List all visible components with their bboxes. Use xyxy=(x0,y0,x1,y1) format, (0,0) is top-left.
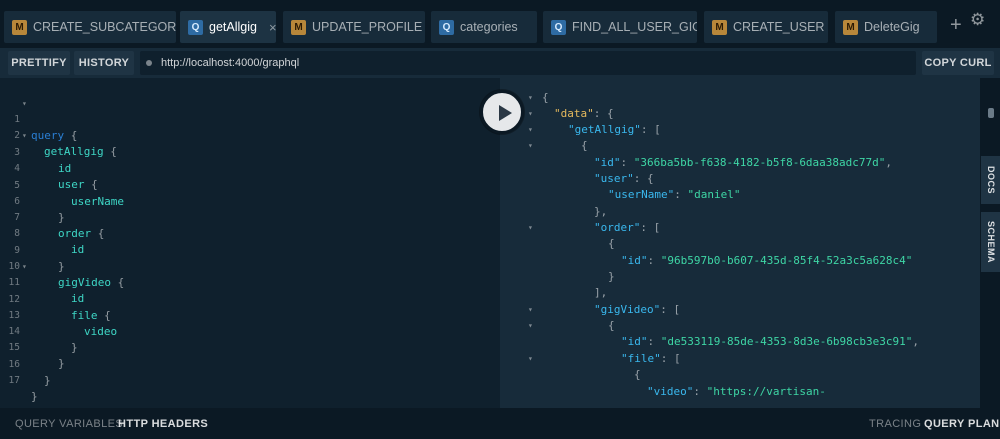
editor-line: 11 id xyxy=(8,277,85,305)
result-line: "video": "https://vartisan- xyxy=(647,385,826,398)
result-line: "id": "366ba5bb-f638-4182-b5f8-6daa38adc… xyxy=(594,156,893,169)
toolbar: PRETTIFY HISTORY http://localhost:4000/g… xyxy=(0,48,1000,78)
tab-bar: M CREATE_SUBCATEGORY Q getAllgig × M UPD… xyxy=(0,0,1000,48)
result-line: ▾ "data": { xyxy=(528,107,614,120)
query-badge: Q xyxy=(188,19,203,35)
tab-deletegig[interactable]: M DeleteGig xyxy=(835,11,937,43)
tab-create-subcategory[interactable]: M CREATE_SUBCATEGORY xyxy=(4,11,176,43)
result-line: ], xyxy=(594,286,608,299)
tab-create-user[interactable]: M CREATE_USER xyxy=(704,11,828,43)
mutation-badge: M xyxy=(12,19,27,35)
editor-line: 6 } xyxy=(14,196,65,224)
copy-curl-button[interactable]: COPY CURL xyxy=(922,51,994,75)
result-line: "id": "96b597b0-b607-435d-85f4-52a3c5a62… xyxy=(621,254,913,267)
result-line: ▾ "gigVideo": [ xyxy=(528,303,681,316)
result-line: "user": { xyxy=(594,172,654,185)
editor-line: 16 } xyxy=(8,359,51,387)
docs-tab[interactable]: DOCS xyxy=(981,156,1000,204)
query-plan-tab[interactable]: QUERY PLAN xyxy=(924,418,1000,430)
result-line: "userName": "daniel" xyxy=(608,188,741,201)
editor-line: 1 ▾ query { xyxy=(14,99,78,142)
result-line: ▾ "order": [ xyxy=(528,221,661,234)
result-line: { xyxy=(608,237,615,250)
tab-label: FIND_ALL_USER_GIG xyxy=(572,20,697,34)
editor-line: 13 video xyxy=(8,310,118,338)
http-headers-tab[interactable]: HTTP HEADERS xyxy=(118,418,208,430)
editor-line: 7 order { xyxy=(14,212,105,240)
result-line: ▾ "file": [ xyxy=(528,352,681,365)
result-line: }, xyxy=(594,205,608,218)
plus-icon[interactable]: + xyxy=(950,14,962,37)
tab-categories[interactable]: Q categories xyxy=(431,11,537,43)
close-icon[interactable]: × xyxy=(269,20,276,35)
endpoint-url-text: http://localhost:4000/graphql xyxy=(161,57,300,69)
result-line: ▾{ xyxy=(528,91,549,104)
endpoint-url-input[interactable]: http://localhost:4000/graphql xyxy=(140,51,916,75)
query-editor[interactable]: 1 ▾ query { 2 ▾ getAllgig { 3 id 4 user { … xyxy=(0,78,500,408)
query-variables-tab[interactable]: QUERY VARIABLES xyxy=(15,418,123,430)
result-line: ▾ "getAllgig": [ xyxy=(528,123,661,136)
query-badge: Q xyxy=(551,19,566,35)
editor-line: 3 id xyxy=(14,147,72,175)
editor-line: 8 id xyxy=(14,228,85,256)
result-line: ▾{ xyxy=(528,319,615,332)
result-line: { xyxy=(634,368,641,381)
history-button[interactable]: HISTORY xyxy=(74,51,134,75)
schema-tab[interactable]: SCHEMA xyxy=(981,212,1000,272)
result-viewer[interactable]: ▾{ ▾ "data": { ▾ "getAllgig": [ ▾{ "id": "… xyxy=(500,78,980,408)
bottom-bar: QUERY VARIABLES HTTP HEADERS TRACING QUE… xyxy=(0,408,1000,439)
play-icon[interactable] xyxy=(480,90,524,134)
editor-line: 10 ▾ gigVideo { xyxy=(8,261,125,289)
tab-label: CREATE_SUBCATEGORY xyxy=(33,20,176,34)
editor-line: 5 userName xyxy=(14,180,124,208)
result-line: "id": "de533119-85de-4353-8d3e-6b98cb3e3… xyxy=(621,335,920,348)
mutation-badge: M xyxy=(843,19,858,35)
tab-label: DeleteGig xyxy=(864,20,920,34)
editor-line: 2 ▾ getAllgig { xyxy=(14,130,117,158)
resize-handle[interactable] xyxy=(988,108,994,118)
editor-line: 14 } xyxy=(8,326,78,354)
editor-line: 9 } xyxy=(14,245,65,273)
editor-line: 4 user { xyxy=(14,163,98,191)
editor-line: 12 file { xyxy=(8,294,111,322)
mutation-badge: M xyxy=(291,19,306,35)
tab-label: UPDATE_PROFILE xyxy=(312,20,423,34)
tab-getallgig[interactable]: Q getAllgig × xyxy=(180,11,276,43)
tab-label: CREATE_USER xyxy=(733,20,825,34)
query-badge: Q xyxy=(439,19,454,35)
status-dot-icon xyxy=(146,60,152,66)
editor-line: 17 } xyxy=(8,375,38,403)
tab-update-profile[interactable]: M UPDATE_PROFILE xyxy=(283,11,425,43)
prettify-button[interactable]: PRETTIFY xyxy=(8,51,70,75)
tab-label: categories xyxy=(460,20,518,34)
result-line: } xyxy=(608,270,615,283)
editor-line: 15 } xyxy=(8,342,65,370)
tab-find-all-user-gig[interactable]: Q FIND_ALL_USER_GIG xyxy=(543,11,697,43)
mutation-badge: M xyxy=(712,19,727,35)
tracing-tab[interactable]: TRACING xyxy=(869,418,921,430)
tab-label: getAllgig xyxy=(209,20,257,34)
gear-icon[interactable]: ⚙ xyxy=(970,10,985,30)
result-line: ▾{ xyxy=(528,139,588,152)
